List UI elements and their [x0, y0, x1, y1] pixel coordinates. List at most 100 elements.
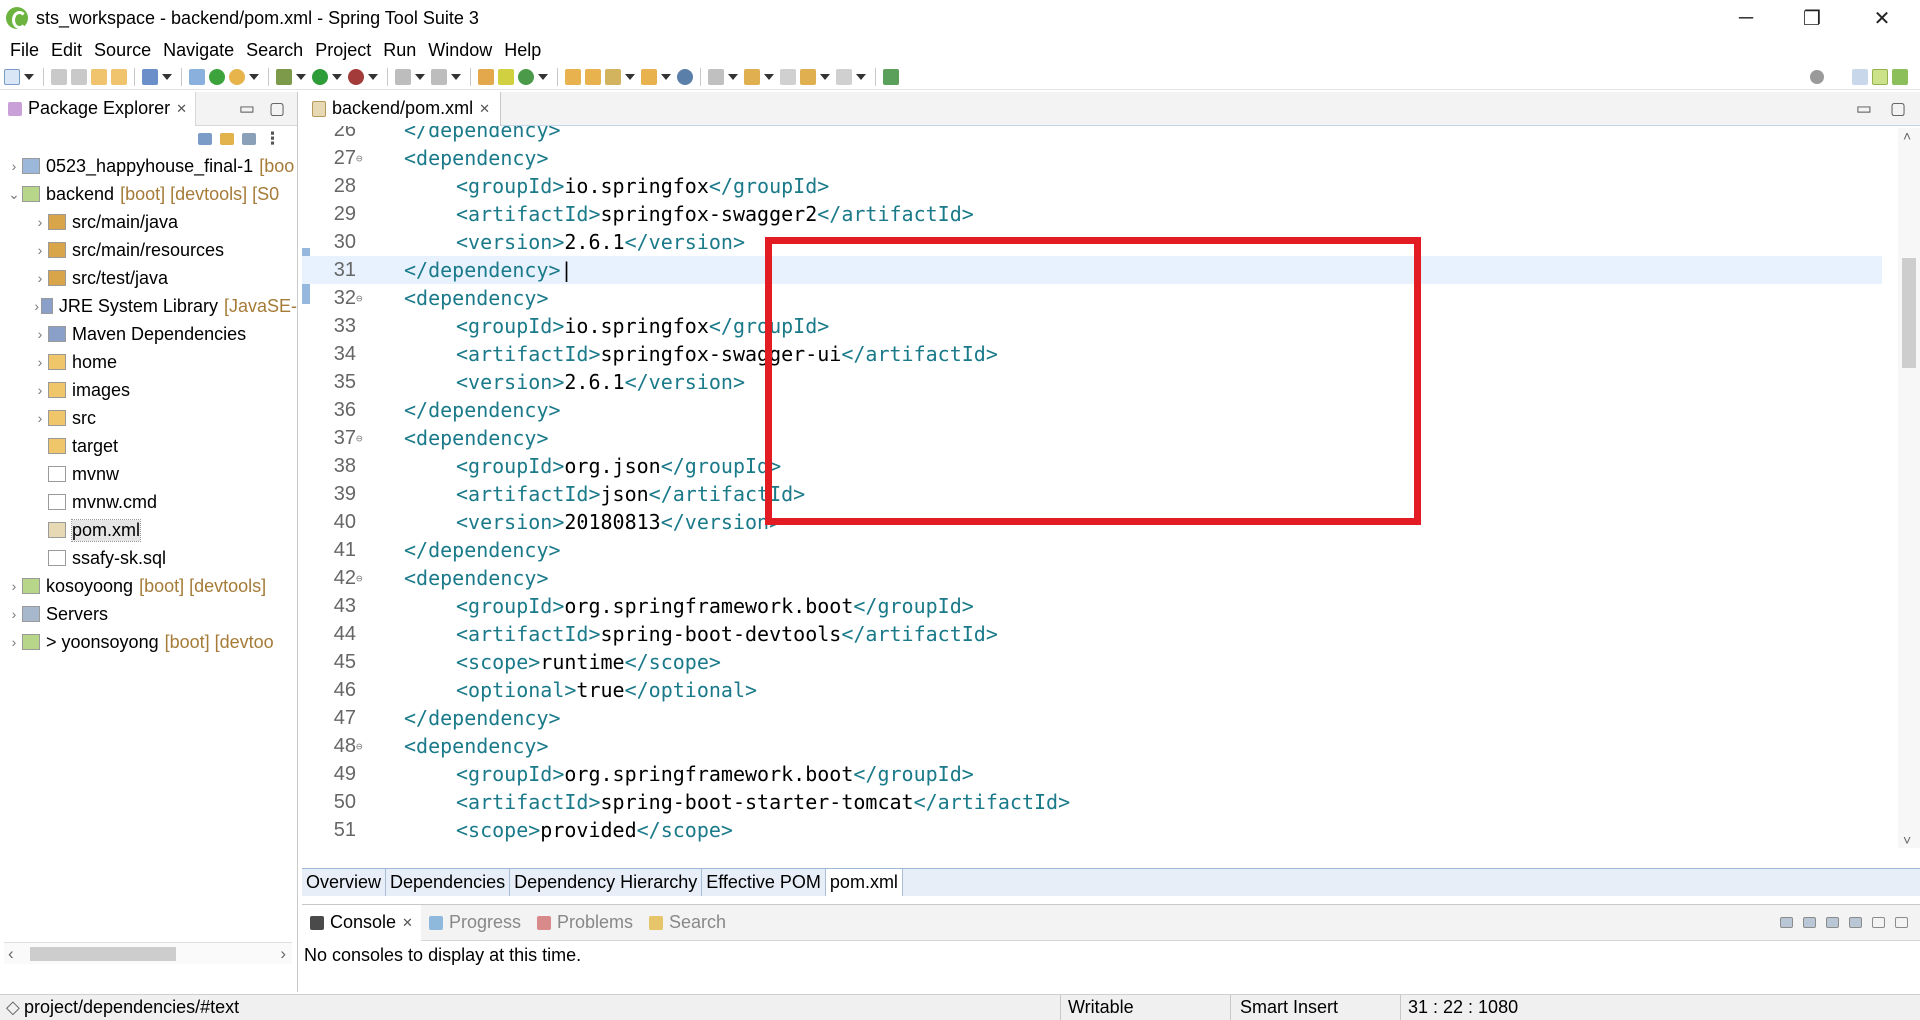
- dropdown-arrow-icon[interactable]: [296, 73, 306, 80]
- tab-pom-xml[interactable]: pom.xml: [825, 869, 903, 896]
- open-folder-icon[interactable]: [565, 68, 581, 85]
- new-package-icon[interactable]: [518, 68, 534, 85]
- maximize-view-icon[interactable]: [1895, 917, 1908, 928]
- maximize-view-icon[interactable]: ▢: [1890, 99, 1906, 119]
- fold-toggle-icon[interactable]: ⊖: [356, 432, 370, 445]
- tree-item[interactable]: › images: [0, 376, 297, 404]
- console-view-menu-icon[interactable]: [1849, 917, 1862, 928]
- expand-arrow-icon[interactable]: ›: [32, 354, 48, 370]
- tree-item[interactable]: › kosoyoong [boot] [devtools]: [0, 572, 297, 600]
- minimize-button[interactable]: ─: [1716, 0, 1776, 36]
- search-icon[interactable]: [1810, 69, 1824, 84]
- tree-item[interactable]: › Servers: [0, 600, 297, 628]
- scroll-down-icon[interactable]: ˅: [1903, 832, 1911, 848]
- dropdown-arrow-icon[interactable]: [162, 73, 172, 80]
- tab-effective-pom[interactable]: Effective POM: [702, 869, 826, 896]
- tree-item[interactable]: › 0523_happyhouse_final-1 [boo: [0, 152, 297, 180]
- open-perspective-icon[interactable]: [1852, 68, 1868, 85]
- spring-perspective-icon[interactable]: [1872, 68, 1888, 85]
- tree-item[interactable]: mvnw: [0, 460, 297, 488]
- close-icon[interactable]: ✕: [402, 915, 413, 931]
- stop-icon[interactable]: [395, 68, 411, 85]
- expand-arrow-icon[interactable]: ›: [6, 578, 22, 594]
- menu-item-window[interactable]: Window: [422, 40, 498, 61]
- tab-package-explorer[interactable]: Package Explorer ✕: [0, 91, 196, 126]
- tab-dependency-hierarchy[interactable]: Dependency Hierarchy: [510, 869, 703, 896]
- scroll-left-icon[interactable]: ‹: [8, 944, 14, 964]
- tree-item[interactable]: › src/main/java: [0, 208, 297, 236]
- tree-item[interactable]: › JRE System Library [JavaSE-: [0, 292, 297, 320]
- open-type-icon[interactable]: [91, 68, 107, 85]
- tab-pom-xml[interactable]: backend/pom.xml ✕: [302, 91, 501, 126]
- dropdown-arrow-icon[interactable]: [856, 73, 866, 80]
- tree-item[interactable]: › home: [0, 348, 297, 376]
- tab-console[interactable]: Console ✕: [302, 904, 421, 941]
- scroll-up-icon[interactable]: ˄: [1903, 128, 1911, 144]
- tree-item[interactable]: target: [0, 432, 297, 460]
- open-file-icon[interactable]: [641, 68, 657, 85]
- expand-arrow-icon[interactable]: ›: [32, 326, 48, 342]
- tree-item[interactable]: › src/test/java: [0, 264, 297, 292]
- new-icon[interactable]: [4, 68, 20, 85]
- tree-item[interactable]: › src: [0, 404, 297, 432]
- expand-arrow-icon[interactable]: ›: [6, 158, 22, 174]
- save-all-icon[interactable]: [71, 68, 87, 85]
- tree-item[interactable]: ⌄ backend [boot] [devtools] [S0: [0, 180, 297, 208]
- dropdown-arrow-icon[interactable]: [451, 73, 461, 80]
- scroll-thumb[interactable]: [1902, 258, 1916, 368]
- scroll-thumb[interactable]: [30, 947, 176, 961]
- display-console-icon[interactable]: [1803, 917, 1816, 928]
- dropdown-arrow-icon[interactable]: [764, 73, 774, 80]
- next-annotation-icon[interactable]: [708, 68, 724, 85]
- minimize-view-icon[interactable]: ▭: [239, 99, 255, 119]
- fold-toggle-icon[interactable]: ⊖: [356, 572, 370, 585]
- new-spring-project-icon[interactable]: [478, 68, 494, 85]
- fold-toggle-icon[interactable]: ⊖: [356, 740, 370, 753]
- java-perspective-icon[interactable]: [1892, 68, 1908, 85]
- close-icon[interactable]: ✕: [479, 101, 490, 117]
- dropdown-arrow-icon[interactable]: [415, 73, 425, 80]
- minimize-view-icon[interactable]: [1872, 917, 1885, 928]
- run-icon[interactable]: [312, 68, 328, 85]
- close-icon[interactable]: ✕: [176, 101, 187, 117]
- expand-arrow-icon[interactable]: ›: [6, 606, 22, 622]
- tab-dependencies[interactable]: Dependencies: [386, 869, 511, 896]
- save-icon[interactable]: [51, 68, 67, 85]
- expand-arrow-icon[interactable]: ›: [32, 270, 48, 286]
- fold-toggle-icon[interactable]: ⊖: [356, 152, 370, 165]
- dropdown-arrow-icon[interactable]: [332, 73, 342, 80]
- previous-annotation-icon[interactable]: [744, 68, 760, 85]
- skip-breakpoints-icon[interactable]: [189, 68, 205, 85]
- tree-item[interactable]: ssafy-sk.sql: [0, 544, 297, 572]
- back-icon[interactable]: [800, 68, 816, 85]
- package-explorer-hscrollbar[interactable]: ‹ ›: [4, 942, 292, 964]
- open-task-icon[interactable]: [111, 68, 127, 85]
- view-menu-icon[interactable]: ⋮: [264, 129, 281, 149]
- dropdown-arrow-icon[interactable]: [820, 73, 830, 80]
- pin-console-icon[interactable]: [1780, 917, 1793, 928]
- tree-item[interactable]: mvnw.cmd: [0, 488, 297, 516]
- dropdown-arrow-icon[interactable]: [24, 73, 34, 80]
- dropdown-arrow-icon[interactable]: [728, 73, 738, 80]
- expand-arrow-icon[interactable]: ›: [32, 242, 48, 258]
- focus-icon[interactable]: [242, 133, 256, 145]
- expand-arrow-icon[interactable]: ›: [32, 410, 48, 426]
- dropdown-arrow-icon[interactable]: [625, 73, 635, 80]
- new-java-class-icon[interactable]: [498, 68, 514, 85]
- relaunch-icon[interactable]: [229, 68, 245, 85]
- dropdown-arrow-icon[interactable]: [368, 73, 378, 80]
- link-with-editor-icon[interactable]: [220, 133, 234, 145]
- minimize-view-icon[interactable]: ▭: [1856, 99, 1872, 119]
- expand-arrow-icon[interactable]: ›: [32, 214, 48, 230]
- boot-dashboard-icon[interactable]: [209, 68, 225, 85]
- tree-item[interactable]: › > yoonsoyong [boot] [devtoo: [0, 628, 297, 656]
- tree-item[interactable]: pom.xml: [0, 516, 297, 544]
- dropdown-arrow-icon[interactable]: [249, 73, 259, 80]
- deploy-icon[interactable]: [431, 68, 447, 85]
- open-console-icon[interactable]: [1826, 917, 1839, 928]
- fold-toggle-icon[interactable]: ⊖: [356, 292, 370, 305]
- pin-editor-icon[interactable]: [883, 68, 899, 85]
- open-resource-icon[interactable]: [585, 68, 601, 85]
- menu-item-file[interactable]: File: [4, 40, 45, 61]
- tab-overview[interactable]: Overview: [302, 869, 387, 896]
